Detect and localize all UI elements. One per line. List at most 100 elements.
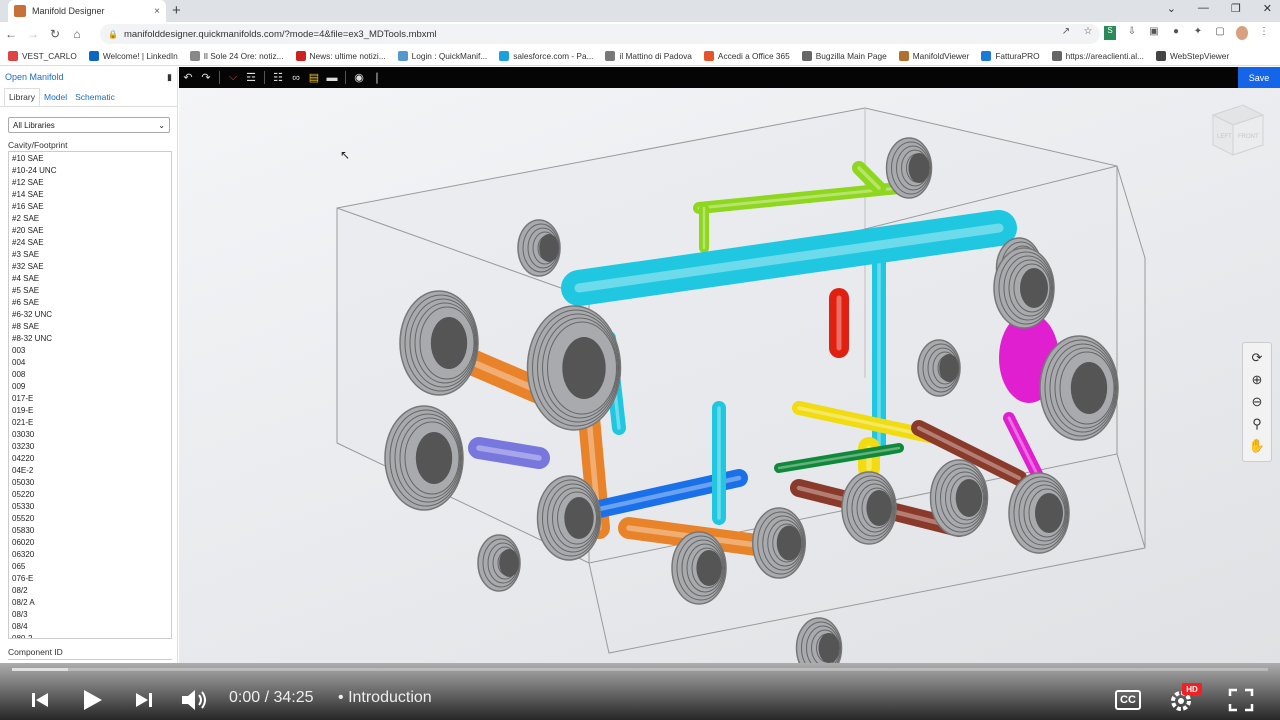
cavity-list-item[interactable]: 05030 — [12, 477, 168, 489]
cavity-list-item[interactable]: 08/2 A — [12, 597, 168, 609]
restore-icon[interactable]: ❐ — [1231, 2, 1241, 15]
bookmark-item[interactable]: FatturaPRO — [981, 50, 1040, 61]
zoom-in-icon[interactable]: ⊕ — [1252, 372, 1263, 388]
bookmark-item[interactable]: VEST_CARLO — [8, 50, 77, 61]
forward-icon[interactable]: → — [22, 27, 44, 41]
home-icon[interactable]: ⌂ — [66, 27, 88, 41]
cavity-list-item[interactable]: #5 SAE — [12, 285, 168, 297]
cavity-list-item[interactable]: 004 — [12, 357, 168, 369]
tab-library[interactable]: Library — [4, 88, 40, 106]
add-port-icon[interactable]: ☲ — [242, 67, 260, 88]
cavity-list-item[interactable]: 08/3 — [12, 609, 168, 621]
extension-s-icon[interactable]: S — [1104, 26, 1116, 40]
bookmark-item[interactable]: Bugzilla Main Page — [801, 50, 887, 61]
bookmark-item[interactable]: salesforce.com - Pa... — [499, 50, 593, 61]
next-icon[interactable] — [134, 690, 154, 710]
connect-icon[interactable]: ∞ — [287, 67, 305, 88]
cavity-list-item[interactable]: 08/2 — [12, 585, 168, 597]
cavity-list-item[interactable]: #12 SAE — [12, 177, 168, 189]
share-icon[interactable]: ↗ — [1060, 26, 1072, 40]
bookmark-item[interactable]: Il Sole 24 Ore: notiz... — [189, 50, 284, 61]
volume-icon[interactable] — [180, 688, 210, 712]
bookmark-item[interactable]: Login : QuickManif... — [397, 50, 487, 61]
progress-bar[interactable] — [12, 668, 1268, 671]
pin-icon[interactable]: ▮ — [167, 72, 172, 83]
cavity-list-item[interactable]: #8-32 UNC — [12, 333, 168, 345]
zoom-fit-icon[interactable]: ⚲ — [1252, 416, 1262, 432]
3d-viewport[interactable]: LEFT FRONT — [179, 88, 1280, 663]
cavity-list-item[interactable]: 076-E — [12, 573, 168, 585]
tab-schematic[interactable]: Schematic — [71, 89, 119, 105]
chapter-title[interactable]: • Introduction — [338, 689, 432, 707]
cavity-list-item[interactable]: #14 SAE — [12, 189, 168, 201]
cavity-list-item[interactable]: 017-E — [12, 393, 168, 405]
cavity-list-item[interactable]: #2 SAE — [12, 213, 168, 225]
cavity-list-item[interactable]: 03030 — [12, 429, 168, 441]
pan-hand-icon[interactable]: ✋ — [1249, 438, 1265, 454]
add-cavity-icon[interactable]: ⌵ — [224, 67, 242, 88]
cavity-list-item[interactable]: 05330 — [12, 501, 168, 513]
menu-kebab-icon[interactable]: ⋮ — [1258, 26, 1270, 40]
cavity-list-item[interactable]: #16 SAE — [12, 201, 168, 213]
cavity-list-item[interactable]: 05520 — [12, 513, 168, 525]
cavity-list-item[interactable]: #4 SAE — [12, 273, 168, 285]
new-tab-button[interactable]: + — [172, 2, 181, 19]
extension-download-icon[interactable]: ⇩ — [1126, 26, 1138, 40]
undo-icon[interactable]: ↶ — [179, 67, 197, 88]
zoom-out-icon[interactable]: ⊖ — [1252, 394, 1263, 410]
drill-icon[interactable]: ☷ — [269, 67, 287, 88]
close-window-icon[interactable]: ✕ — [1263, 2, 1272, 15]
cavity-list-item[interactable]: 03230 — [12, 441, 168, 453]
bookmark-item[interactable]: News: ultime notizi... — [295, 50, 386, 61]
cavity-list-item[interactable]: 05220 — [12, 489, 168, 501]
cavity-list-item[interactable]: #20 SAE — [12, 225, 168, 237]
sidepanel-icon[interactable]: ▢ — [1214, 26, 1226, 40]
cavity-list-item[interactable]: #6 SAE — [12, 297, 168, 309]
cavity-list-item[interactable]: 06020 — [12, 537, 168, 549]
extension-github-icon[interactable]: ● — [1170, 26, 1182, 40]
visibility-eye-icon[interactable]: ◉ — [350, 67, 368, 88]
bookmark-star-icon[interactable]: ☆ — [1082, 26, 1094, 40]
cavity-list-item[interactable]: 003 — [12, 345, 168, 357]
previous-icon[interactable] — [30, 690, 50, 710]
component-id-field[interactable] — [8, 659, 172, 660]
captions-button[interactable]: CC — [1115, 690, 1141, 710]
browser-tab[interactable]: Manifold Designer × — [8, 0, 166, 22]
reload-icon[interactable]: ↻ — [44, 27, 66, 41]
redo-icon[interactable]: ↷ — [197, 67, 215, 88]
section-icon[interactable]: ▬ — [323, 67, 341, 88]
reset-view-icon[interactable]: ⟳ — [1252, 350, 1263, 366]
extension-box-icon[interactable]: ▣ — [1148, 26, 1160, 40]
cavity-list-item[interactable]: 009 — [12, 381, 168, 393]
cavity-list-item[interactable]: 04E-2 — [12, 465, 168, 477]
cavity-list-item[interactable]: 06320 — [12, 549, 168, 561]
bookmark-item[interactable]: ManifoldViewer — [898, 50, 969, 61]
transparency-icon[interactable]: ❘ — [368, 67, 386, 88]
minimize-icon[interactable]: — — [1198, 2, 1209, 15]
save-button[interactable]: Save — [1238, 67, 1280, 88]
open-manifold-link[interactable]: Open Manifold — [5, 72, 64, 82]
cavity-list-item[interactable]: 008 — [12, 369, 168, 381]
cavity-list-item[interactable]: #6-32 UNC — [12, 309, 168, 321]
bookmark-item[interactable]: Welcome! | LinkedIn — [88, 50, 178, 61]
cavity-list-item[interactable]: #24 SAE — [12, 237, 168, 249]
bookmark-item[interactable]: https://areaclienti.al... — [1051, 50, 1144, 61]
cavity-list-item[interactable]: 05830 — [12, 525, 168, 537]
block-icon[interactable]: ▤ — [305, 67, 323, 88]
bookmark-item[interactable]: il Mattino di Padova — [605, 50, 692, 61]
cavity-list-item[interactable]: #10 SAE — [12, 153, 168, 165]
profile-avatar-icon[interactable] — [1236, 26, 1248, 40]
library-select[interactable]: All Libraries ⌄ — [8, 117, 170, 133]
cavity-list[interactable]: #10 SAE #10-24 UNC #12 SAE #14 SAE #16 SAE #2… — [8, 151, 172, 639]
cavity-list-item[interactable]: #32 SAE — [12, 261, 168, 273]
view-cube[interactable]: LEFT FRONT — [1208, 100, 1268, 160]
cavity-list-item[interactable]: #10-24 UNC — [12, 165, 168, 177]
back-icon[interactable]: ← — [0, 27, 22, 41]
cavity-list-item[interactable]: 08/4 — [12, 621, 168, 633]
address-bar[interactable]: 🔒 manifolddesigner.quickmanifolds.com/?m… — [100, 24, 1100, 44]
bookmark-item[interactable]: WebStepViewer — [1155, 50, 1229, 61]
cavity-list-item[interactable]: #3 SAE — [12, 249, 168, 261]
play-icon[interactable] — [80, 688, 104, 712]
cavity-list-item[interactable]: 080-2 — [12, 633, 168, 638]
tab-model[interactable]: Model — [40, 89, 71, 105]
